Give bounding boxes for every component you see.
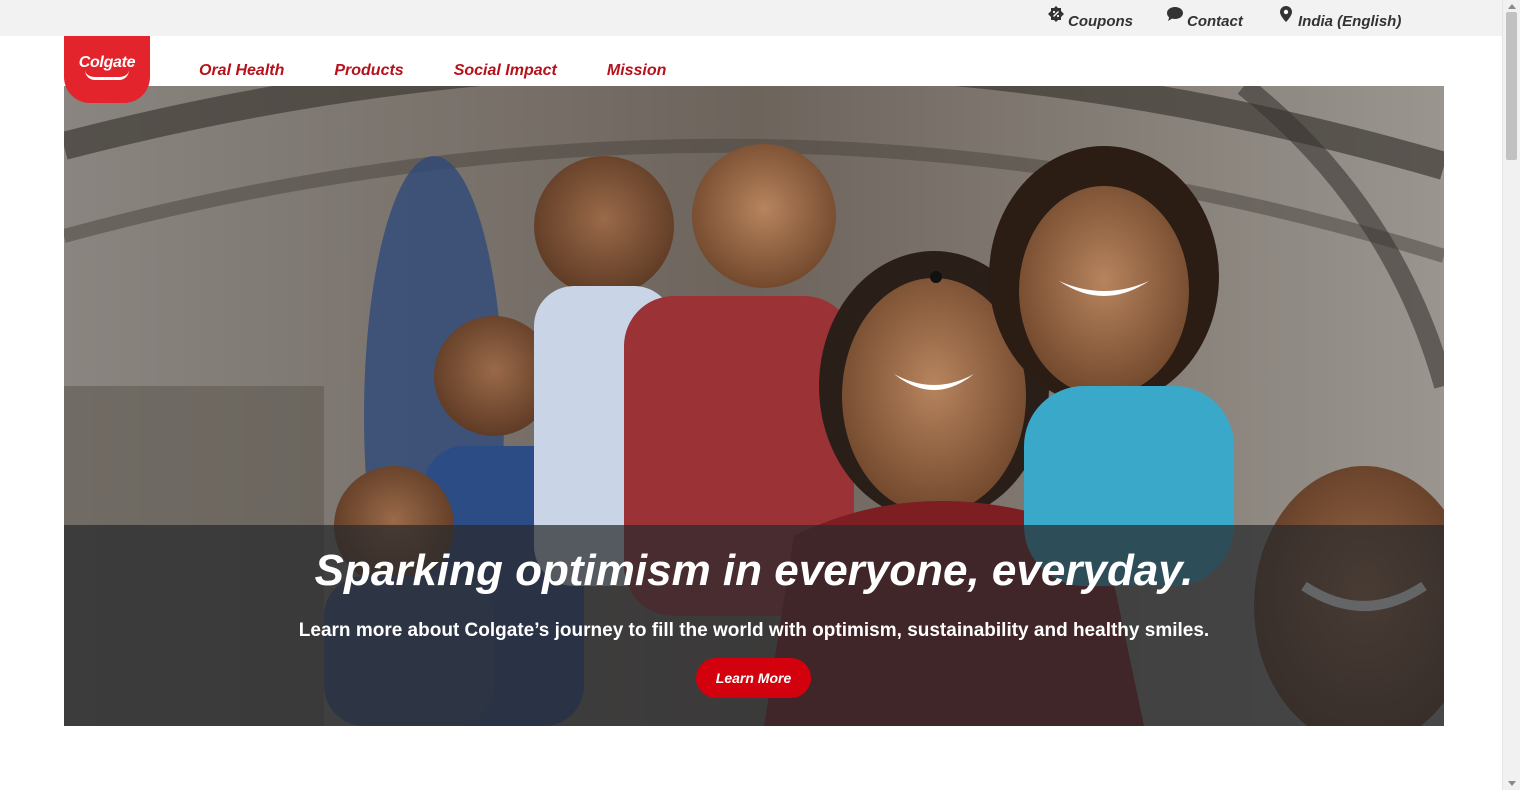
logo-wordmark: Colgate xyxy=(78,53,136,71)
colgate-logo[interactable]: Colgate xyxy=(64,36,150,103)
coupons-link[interactable]: Coupons xyxy=(1048,0,1133,30)
learn-more-button[interactable]: Learn More xyxy=(696,658,811,698)
contact-link[interactable]: Contact xyxy=(1167,0,1243,30)
hero-subtitle: Learn more about Colgate’s journey to fi… xyxy=(298,620,1210,641)
coupon-icon xyxy=(1048,6,1064,22)
scroll-down-arrow-icon[interactable] xyxy=(1508,781,1516,786)
logo-smile-icon xyxy=(85,70,129,80)
nav-item-products[interactable]: Products xyxy=(334,62,403,80)
chat-bubble-icon xyxy=(1167,7,1183,21)
location-pin-icon xyxy=(1280,6,1292,22)
coupons-label: Coupons xyxy=(1068,13,1133,30)
hero-banner: Sparking optimism in everyone, everyday.… xyxy=(64,86,1444,726)
contact-label: Contact xyxy=(1187,13,1243,30)
utility-bar: Coupons Contact India (English) xyxy=(0,0,1502,36)
nav-item-mission[interactable]: Mission xyxy=(607,62,667,80)
page-scrollbar[interactable] xyxy=(1502,0,1520,790)
country-selector[interactable]: India (English) xyxy=(1278,0,1401,30)
nav-item-social-impact[interactable]: Social Impact xyxy=(454,62,557,80)
scrollbar-thumb[interactable] xyxy=(1506,12,1517,160)
hero-title: Sparking optimism in everyone, everyday. xyxy=(314,546,1194,595)
main-nav: Oral Health Products Social Impact Missi… xyxy=(199,62,716,80)
nav-item-oral-health[interactable]: Oral Health xyxy=(199,62,284,80)
scroll-up-arrow-icon[interactable] xyxy=(1508,4,1516,9)
country-label: India (English) xyxy=(1298,13,1402,30)
